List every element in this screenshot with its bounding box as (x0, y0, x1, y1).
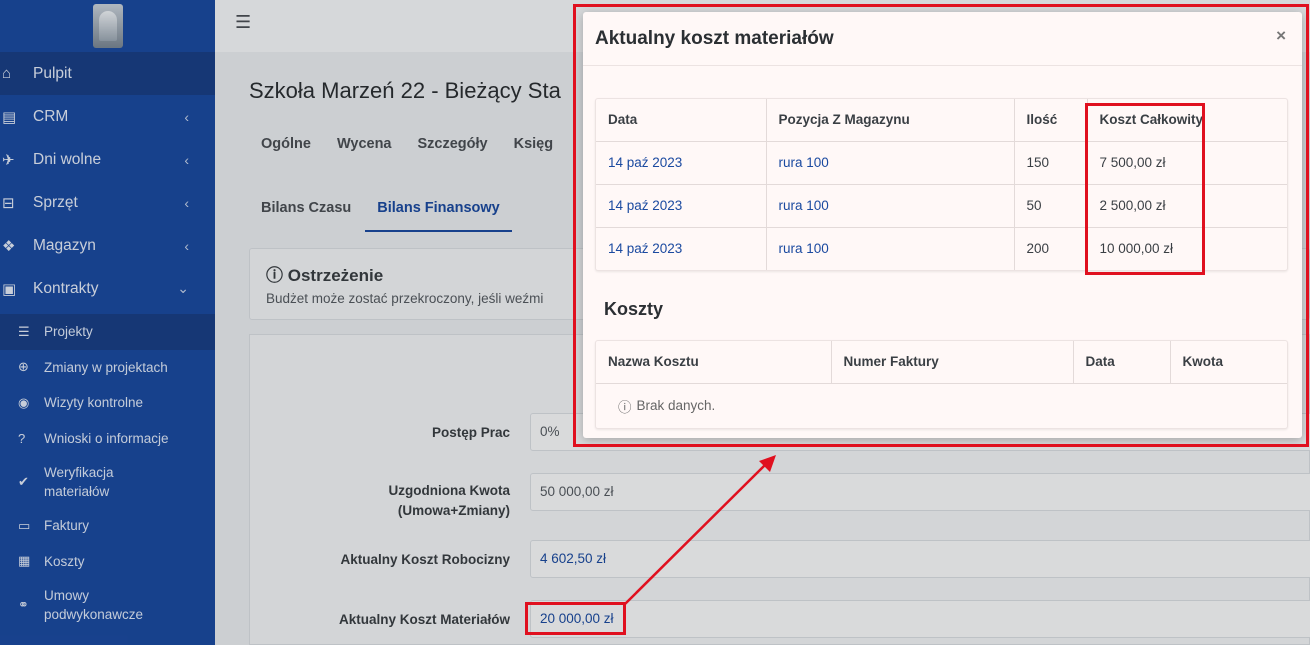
annotation-arrow (624, 455, 776, 605)
